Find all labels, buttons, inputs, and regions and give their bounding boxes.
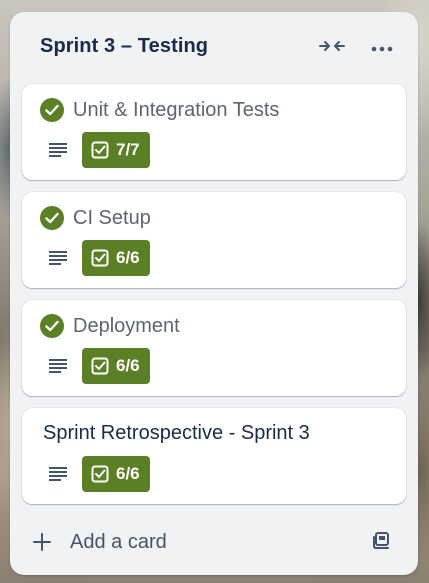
- card-ci-setup[interactable]: CI Setup 6/6: [22, 192, 406, 288]
- list-title[interactable]: Sprint 3 – Testing: [40, 35, 208, 58]
- card-badges: 6/6: [48, 240, 150, 276]
- collapse-list-button[interactable]: [316, 34, 348, 62]
- card-badges: 7/7: [48, 132, 150, 168]
- complete-check-icon[interactable]: [40, 206, 64, 230]
- list-actions-button[interactable]: [366, 34, 398, 62]
- card-title-row: CI Setup: [40, 206, 151, 230]
- complete-check-icon[interactable]: [40, 98, 64, 122]
- card-sprint-retrospective[interactable]: Sprint Retrospective - Sprint 3 6/6: [22, 408, 406, 504]
- card-title-row: Sprint Retrospective - Sprint 3: [40, 422, 310, 445]
- card-badges: 6/6: [48, 348, 150, 384]
- checklist-count: 7/7: [116, 140, 140, 159]
- checkbox-icon: [91, 357, 109, 375]
- checklist-count: 6/6: [116, 464, 140, 483]
- list-footer: Add a card: [10, 522, 418, 562]
- more-icon: [371, 39, 393, 57]
- checklist-count: 6/6: [116, 356, 140, 375]
- description-icon: [48, 356, 68, 376]
- list-header: Sprint 3 – Testing: [10, 12, 418, 82]
- create-from-template-button[interactable]: [368, 528, 396, 556]
- checklist-badge: 6/6: [82, 456, 150, 492]
- card-title: Sprint Retrospective - Sprint 3: [43, 422, 310, 444]
- card-deployment[interactable]: Deployment 6/6: [22, 300, 406, 396]
- card-title-row: Deployment: [40, 314, 180, 338]
- card-template-icon: [373, 531, 391, 554]
- checkbox-icon: [91, 249, 109, 267]
- checklist-badge: 6/6: [82, 348, 150, 384]
- card-title: CI Setup: [73, 206, 151, 229]
- checkbox-icon: [91, 465, 109, 483]
- description-icon: [48, 464, 68, 484]
- add-card-label: Add a card: [70, 530, 167, 553]
- collapse-icon: [319, 38, 345, 59]
- card-title: Deployment: [73, 314, 180, 337]
- card-title: Unit & Integration Tests: [73, 98, 280, 121]
- checklist-badge: 7/7: [82, 132, 150, 168]
- card-title-row: Unit & Integration Tests: [40, 98, 279, 122]
- add-card-button[interactable]: Add a card: [30, 524, 175, 560]
- plus-icon: [30, 530, 54, 554]
- card-badges: 6/6: [48, 456, 150, 492]
- description-icon: [48, 248, 68, 268]
- checklist-badge: 6/6: [82, 240, 150, 276]
- complete-check-icon[interactable]: [40, 314, 64, 338]
- card-unit-integration-tests[interactable]: Unit & Integration Tests 7/7: [22, 84, 406, 180]
- checkbox-icon: [91, 141, 109, 159]
- description-icon: [48, 140, 68, 160]
- list-column: Sprint 3 – Testing Unit & Integration Te…: [10, 12, 418, 575]
- checklist-count: 6/6: [116, 248, 140, 267]
